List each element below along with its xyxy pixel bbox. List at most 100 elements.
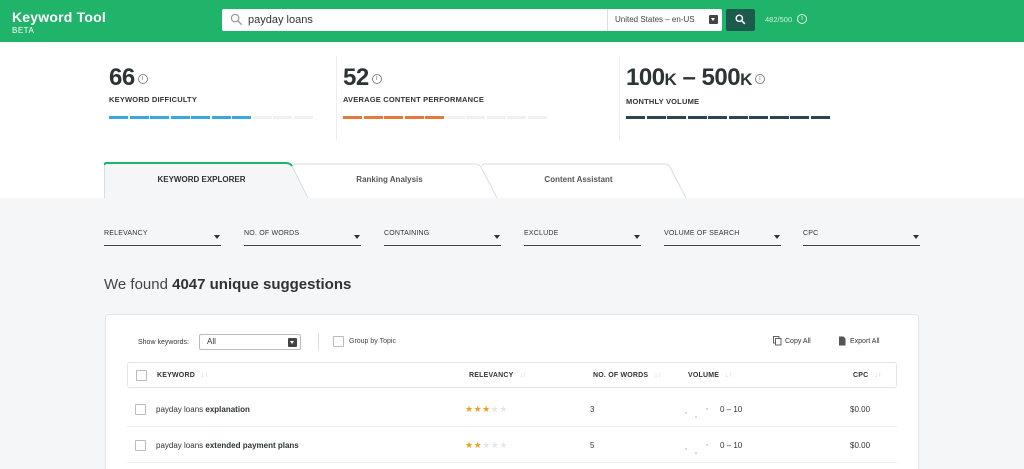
star-filled-icon: ★ [473, 440, 483, 450]
search-input[interactable] [248, 11, 618, 29]
meter-segment [191, 116, 210, 119]
group-by-topic-label: Group by Topic [349, 338, 396, 345]
meter-segment [445, 116, 465, 119]
tab-bar: KEYWORD EXPLORER Ranking Analysis Conten… [0, 162, 1024, 198]
volume-sparkline [685, 444, 708, 454]
row-checkbox[interactable] [135, 440, 146, 451]
meter-segment [129, 116, 149, 119]
relevancy-stars: ★★★★★ [465, 440, 508, 451]
filter-relevancy[interactable]: RELEVANCY [104, 230, 221, 246]
info-icon[interactable]: i [371, 73, 382, 84]
info-icon[interactable]: i [137, 73, 148, 84]
search-icon [230, 13, 243, 26]
filter-containing[interactable]: CONTAINING [384, 230, 501, 246]
copy-icon [773, 336, 782, 346]
volume-cell: 0 – 10 [720, 405, 743, 414]
select-all-checkbox[interactable] [136, 370, 147, 381]
app-name: Keyword Tool [12, 9, 106, 25]
filter-number-of-words[interactable]: NO. OF WORDS [244, 230, 361, 246]
filter-cpc[interactable]: CPC [803, 230, 920, 246]
tab-label: Ranking Analysis [356, 175, 423, 184]
show-keywords-select[interactable]: All [199, 334, 301, 350]
show-keywords-label: Show keywords: [138, 339, 189, 346]
results-summary: We found 4047 unique suggestions [104, 276, 351, 293]
copy-all-button[interactable]: Copy All [773, 336, 811, 346]
info-icon[interactable]: i [797, 14, 807, 24]
country-select[interactable]: United States – en-US [607, 9, 723, 31]
word-count-cell: 3 [590, 405, 595, 414]
meter-segment [626, 116, 645, 119]
volume-cell: 0 – 10 [720, 441, 743, 450]
meter-segment [293, 116, 313, 119]
export-all-label: Export All [850, 338, 880, 345]
chevron-down-icon [288, 338, 297, 347]
column-cpc[interactable]: CPC ↓↑ [853, 372, 882, 379]
results-count: 4047 unique suggestions [172, 276, 352, 293]
meter-segment [384, 116, 403, 119]
filter-exclude[interactable]: EXCLUDE [524, 230, 641, 246]
table-row[interactable]: payday loans explanation ★★★★★ 3 0 – 10 … [127, 391, 897, 427]
beta-badge: BETA [12, 26, 35, 35]
meter-segment [769, 116, 789, 119]
keyword-cell[interactable]: payday loans extended payment plans [156, 441, 299, 450]
metric-label: AVERAGE CONTENT PERFORMANCE [343, 95, 485, 104]
column-keyword[interactable]: KEYWORD ↓↑ [157, 372, 208, 379]
metric-value: 66 i [109, 64, 197, 92]
tab-ranking-analysis[interactable]: Ranking Analysis [293, 162, 498, 198]
keyword-difficulty-metric: 66 i KEYWORD DIFFICULTY [109, 64, 197, 104]
meter-segment [810, 116, 830, 119]
quota-counter: 482/500 [765, 15, 793, 24]
sort-icon: ↓↑ [874, 372, 882, 379]
star-empty-icon: ★ [482, 440, 491, 450]
export-all-button[interactable]: Export All [839, 336, 880, 346]
meter-segment [109, 116, 128, 119]
cpc-cell: $0.00 [850, 405, 871, 414]
column-relevancy[interactable]: RELEVANCY ↓↑ [469, 372, 527, 379]
column-volume[interactable]: VOLUME ↓↑ [688, 372, 733, 379]
volume-sparkline [685, 408, 708, 418]
meter-segment [150, 116, 169, 119]
results-panel: Show keywords: All Group by Topic Copy A… [105, 314, 919, 469]
sort-icon: ↓↑ [725, 372, 733, 379]
meter-segment [252, 116, 272, 119]
divider [336, 56, 337, 140]
meter-segment [211, 116, 231, 119]
column-number-of-words[interactable]: NO. OF WORDS ↓↑ [593, 372, 662, 379]
copy-all-label: Copy All [785, 338, 811, 345]
meter-segment [170, 116, 190, 119]
divider [318, 333, 319, 351]
tab-label: Content Assistant [544, 175, 613, 184]
keyword-explorer-content: RELEVANCY NO. OF WORDS CONTAINING EXCLUD… [0, 198, 1024, 469]
star-filled-icon: ★ [482, 404, 491, 414]
table-row[interactable]: payday loans extended payment plans ★★★★… [127, 427, 897, 463]
search-icon [735, 14, 746, 25]
tab-content-assistant[interactable]: Content Assistant [482, 162, 687, 198]
meter-segment [708, 116, 727, 119]
search-button[interactable] [726, 9, 755, 31]
divider [619, 56, 620, 140]
meter-segment [749, 116, 768, 119]
performance-meter [343, 116, 548, 119]
metric-value: 100K – 500K i [626, 64, 765, 94]
chevron-down-icon [709, 15, 718, 24]
meter-segment [667, 116, 686, 119]
row-checkbox[interactable] [135, 404, 146, 415]
meter-segment [527, 116, 547, 119]
group-by-topic-checkbox[interactable] [333, 336, 344, 347]
keyword-cell[interactable]: payday loans explanation [156, 405, 250, 414]
meter-segment [646, 116, 666, 119]
metric-label: MONTHLY VOLUME [626, 97, 700, 106]
tab-keyword-explorer[interactable]: KEYWORD EXPLORER [104, 162, 309, 198]
relevancy-stars: ★★★★★ [465, 404, 508, 415]
star-filled-icon: ★ [465, 404, 474, 414]
meter-segment [486, 116, 506, 119]
brand[interactable]: Keyword Tool BETA [12, 9, 106, 36]
file-icon [839, 336, 846, 346]
metric-value: 52 i [343, 64, 484, 92]
filter-volume-of-search[interactable]: VOLUME OF SEARCH [664, 230, 781, 246]
info-icon[interactable]: i [754, 73, 765, 84]
meter-segment [425, 116, 444, 119]
meter-segment [728, 116, 748, 119]
meter-segment [507, 116, 526, 119]
sort-icon: ↓↑ [519, 372, 527, 379]
